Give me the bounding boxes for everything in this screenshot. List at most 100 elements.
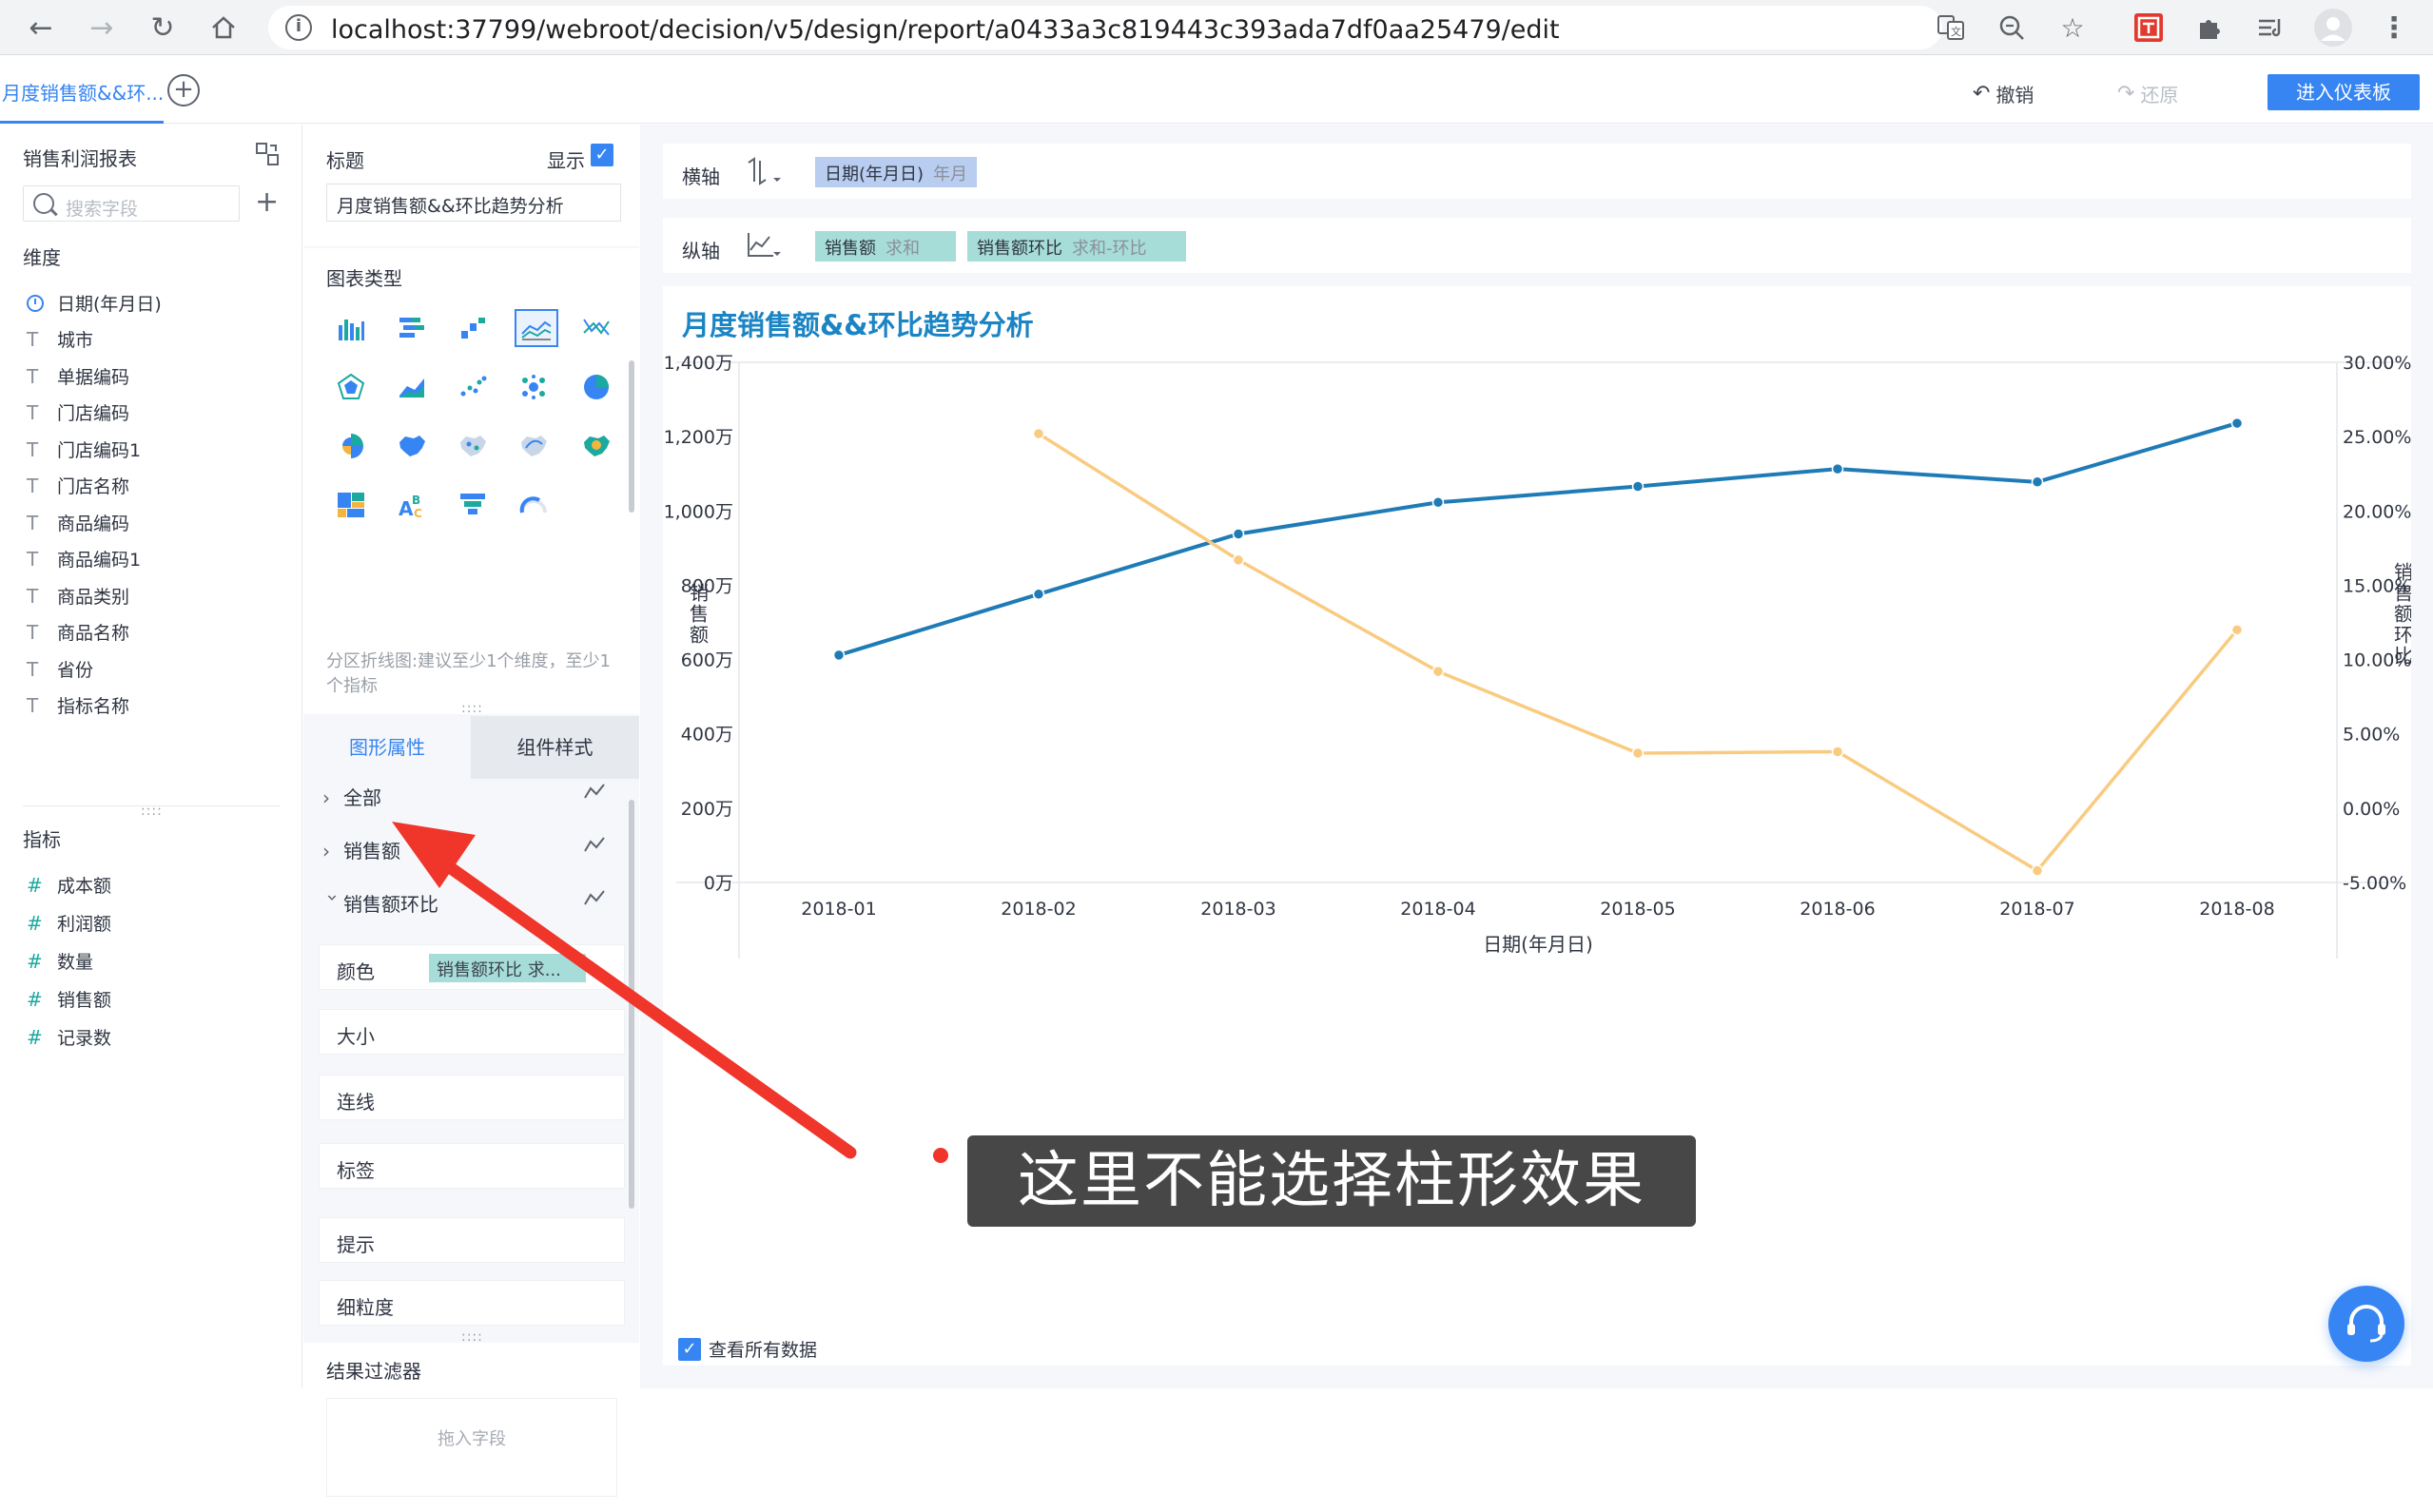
dimension-field[interactable]: T 指标名称 (27, 692, 129, 718)
dimension-field[interactable]: T 商品编码1 (27, 546, 141, 572)
extensions-puzzle-icon[interactable] (2193, 11, 2226, 44)
field-label: 利润额 (57, 914, 112, 935)
rose-chart-icon[interactable] (332, 427, 370, 465)
treemap-chart-icon[interactable] (332, 486, 370, 524)
switch-dataset-icon[interactable] (255, 142, 280, 170)
word-cloud-icon[interactable]: ABC (393, 486, 431, 524)
waterfall-chart-icon[interactable] (454, 309, 492, 347)
y-axis-field-pill[interactable]: 销售额环比 求和-环比 (967, 231, 1186, 262)
measure-field[interactable]: # 记录数 (27, 1024, 111, 1050)
dimension-field[interactable]: T 省份 (27, 656, 93, 682)
heat-map-icon[interactable] (577, 427, 615, 465)
bubble-chart-icon[interactable] (515, 368, 553, 406)
group-sales-mom[interactable]: ›销售额环比 (321, 889, 438, 917)
gauge-chart-icon[interactable] (515, 486, 553, 524)
sort-axis-icon[interactable] (745, 153, 790, 189)
undo-button[interactable]: ↶ 撤销 (1973, 80, 2034, 107)
dimension-field[interactable]: T 商品编码 (27, 510, 129, 535)
dimension-field[interactable]: T 门店编码 (27, 399, 129, 425)
filter-drop-zone[interactable]: 拖入字段 (326, 1398, 617, 1497)
resize-handle-icon[interactable]: :::: (461, 701, 483, 716)
view-all-data-toggle[interactable]: ✓ 查看所有数据 (678, 1336, 817, 1362)
home-icon[interactable] (204, 8, 243, 48)
tab-graph-properties[interactable]: 图形属性 (303, 716, 471, 779)
prop-line[interactable]: 连线 (319, 1075, 625, 1120)
resize-handle-icon[interactable]: :::: (141, 804, 163, 819)
tab-component-style[interactable]: 组件样式 (471, 716, 639, 779)
prop-color[interactable]: 颜色 销售额环比 求... (319, 944, 625, 990)
group-all[interactable]: › 全部 (322, 783, 381, 810)
x-tick-label: 2018-06 (1800, 899, 1875, 920)
prop-label-setting[interactable]: 标签 (319, 1143, 625, 1189)
stacked-bar-chart-icon[interactable] (393, 309, 431, 347)
measure-field[interactable]: # 数量 (27, 948, 93, 974)
color-field-pill[interactable]: 销售额环比 求... (429, 954, 586, 982)
profile-avatar[interactable] (2313, 8, 2353, 48)
browser-menu-icon[interactable]: ⋮ (2378, 11, 2410, 45)
scrollbar[interactable] (629, 800, 634, 1209)
view-all-checkbox[interactable]: ✓ (678, 1337, 701, 1361)
prop-size[interactable]: 大小 (319, 1009, 625, 1055)
funnel-chart-icon[interactable] (454, 486, 492, 524)
crossing-line-chart-icon[interactable] (577, 309, 615, 347)
search-field-input[interactable]: 搜索字段 (23, 185, 240, 222)
x-axis-field-pill[interactable]: 日期(年月日) 年月 (815, 157, 978, 187)
flow-map-icon[interactable] (515, 427, 553, 465)
dimension-field[interactable]: T 门店编码1 (27, 436, 141, 462)
measure-field[interactable]: # 销售额 (27, 986, 111, 1012)
title-input[interactable]: 月度销售额&&环比趋势分析 (326, 184, 621, 222)
point-map-icon[interactable] (454, 427, 492, 465)
area-chart-icon[interactable] (393, 368, 431, 406)
dimension-field[interactable]: 日期(年月日) (27, 290, 162, 316)
y2-tick-label: 5.00% (2343, 725, 2400, 746)
y-tick-label: 0万 (704, 873, 733, 894)
reload-icon[interactable]: ↻ (143, 8, 183, 48)
bookmark-star-icon[interactable]: ☆ (2056, 11, 2089, 44)
enter-dashboard-button[interactable]: 进入仪表板 (2268, 74, 2420, 110)
dimension-field[interactable]: T 单据编码 (27, 363, 129, 389)
dimension-field[interactable]: T 商品名称 (27, 619, 129, 645)
data-point (1032, 588, 1045, 601)
address-bar[interactable]: i localhost:37799/webroot/decision/v5/de… (268, 6, 1942, 49)
grouped-bar-chart-icon[interactable] (332, 309, 370, 347)
area-line-chart-icon[interactable] (515, 309, 558, 347)
report-tab[interactable]: 月度销售额&&环... (0, 55, 164, 124)
number-field-icon: # (27, 949, 43, 973)
region-map-icon[interactable] (393, 427, 431, 465)
show-title-checkbox[interactable]: ✓ (591, 144, 613, 166)
zoom-icon[interactable] (1995, 11, 2028, 44)
scatter-chart-icon[interactable] (454, 368, 492, 406)
y-tick-label: 600万 (681, 650, 733, 671)
dimension-field[interactable]: T 城市 (27, 326, 93, 352)
help-support-button[interactable] (2328, 1286, 2404, 1362)
field-label: 商品编码 (57, 514, 130, 534)
add-tab-icon[interactable]: + (167, 74, 200, 107)
chevron-right-icon: › (322, 786, 330, 809)
line-type-icon[interactable] (745, 227, 790, 263)
url-text[interactable]: localhost:37799/webroot/decision/v5/desi… (331, 15, 1560, 45)
add-field-icon[interactable]: + (255, 185, 279, 219)
scrollbar[interactable] (629, 360, 634, 513)
back-icon[interactable]: ← (21, 8, 61, 48)
pie-chart-icon[interactable] (577, 368, 615, 406)
reading-list-icon[interactable] (2254, 11, 2287, 44)
measure-field[interactable]: # 利润额 (27, 910, 111, 936)
y2-tick-label: 30.00% (2343, 353, 2411, 374)
dimension-field[interactable]: T 商品类别 (27, 583, 129, 609)
measure-field[interactable]: # 成本额 (27, 872, 111, 898)
y-axis-field-pill[interactable]: 销售额 求和 (815, 231, 956, 262)
prop-granularity[interactable]: 细粒度 (319, 1280, 625, 1326)
field-label: 商品编码1 (57, 550, 142, 571)
group-sales[interactable]: › 销售额 (322, 836, 400, 863)
y-axis-shelf: 纵轴 销售额 求和 销售额环比 求和-环比 (663, 218, 2411, 273)
extension-app-icon[interactable] (2132, 11, 2165, 44)
redo-button[interactable]: ↷ 还原 (2117, 80, 2178, 107)
prop-tooltip[interactable]: 提示 (319, 1217, 625, 1263)
site-info-icon[interactable]: i (285, 14, 312, 41)
dimension-field[interactable]: T 门店名称 (27, 473, 129, 498)
date-icon (27, 294, 44, 312)
chart-type-label: 图表类型 (326, 267, 402, 290)
radar-chart-icon[interactable] (332, 368, 370, 406)
forward-icon[interactable]: → (82, 8, 122, 48)
translate-icon[interactable]: 文 (1935, 11, 1967, 44)
